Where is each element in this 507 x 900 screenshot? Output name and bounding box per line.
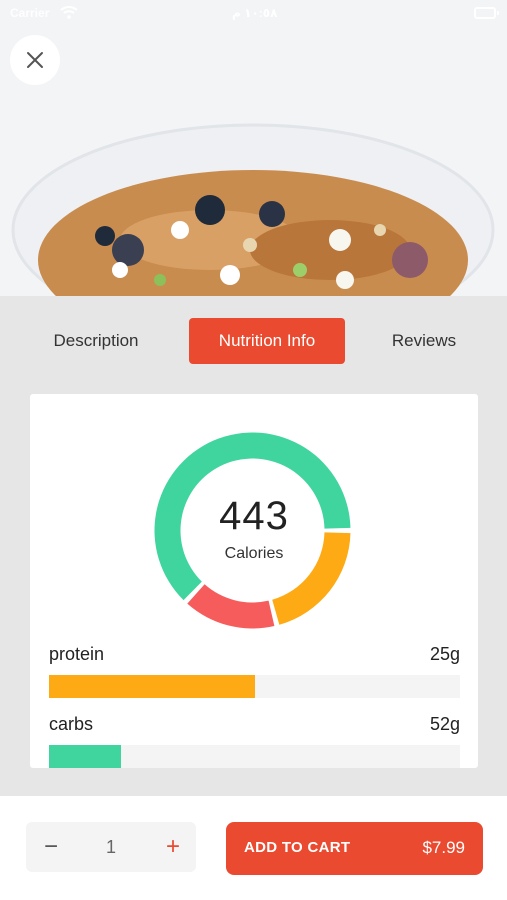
quantity-value: 1 [105, 836, 116, 857]
status-time: ١٠:٥٨ م [232, 6, 278, 20]
wifi-icon [60, 6, 78, 19]
nutrient-name: carbs [49, 714, 94, 734]
tab-reviews[interactable]: Reviews [370, 318, 478, 364]
price-label: $7.99 [422, 838, 465, 857]
nutrient-row-carbs: carbs 52g [49, 714, 460, 768]
nutrient-row-protein: protein 25g [49, 644, 460, 704]
plus-icon[interactable]: + [158, 822, 188, 872]
food-bowl-image [11, 123, 495, 296]
calories-value: 443 [219, 494, 289, 538]
add-to-cart-button[interactable]: ADD TO CART $7.99 [226, 822, 483, 875]
carrier-label: Carrier [10, 6, 50, 20]
close-button[interactable] [10, 35, 60, 85]
tab-nutrition-info[interactable]: Nutrition Info [189, 318, 345, 364]
bottom-action-bar: − 1 + ADD TO CART $7.99 [0, 796, 507, 900]
nutrient-bar-fill [49, 675, 255, 698]
nutrient-bar-track [49, 675, 460, 698]
nutrient-value: 25g [429, 644, 460, 664]
tab-description[interactable]: Description [30, 318, 162, 364]
nutrient-name: protein [49, 644, 105, 664]
close-icon [27, 52, 43, 68]
product-hero: Carrier ١٠:٥٨ م [0, 0, 507, 296]
tab-bar: Description Nutrition Info Reviews [0, 318, 507, 366]
quantity-stepper: − 1 + [26, 822, 196, 872]
nutrient-bar-fill [49, 745, 121, 768]
donut-segment-fat [187, 584, 275, 629]
battery-icon [474, 7, 499, 19]
add-to-cart-label: ADD TO CART [244, 839, 351, 856]
nutrition-card: 443 Calories protein 25g carbs 52g [30, 394, 478, 768]
minus-icon[interactable]: − [36, 822, 66, 872]
nutrient-bar-track [49, 745, 460, 768]
calories-label: Calories [224, 545, 284, 562]
nutrient-value: 52g [429, 714, 460, 734]
status-bar: Carrier ١٠:٥٨ م [0, 0, 507, 28]
